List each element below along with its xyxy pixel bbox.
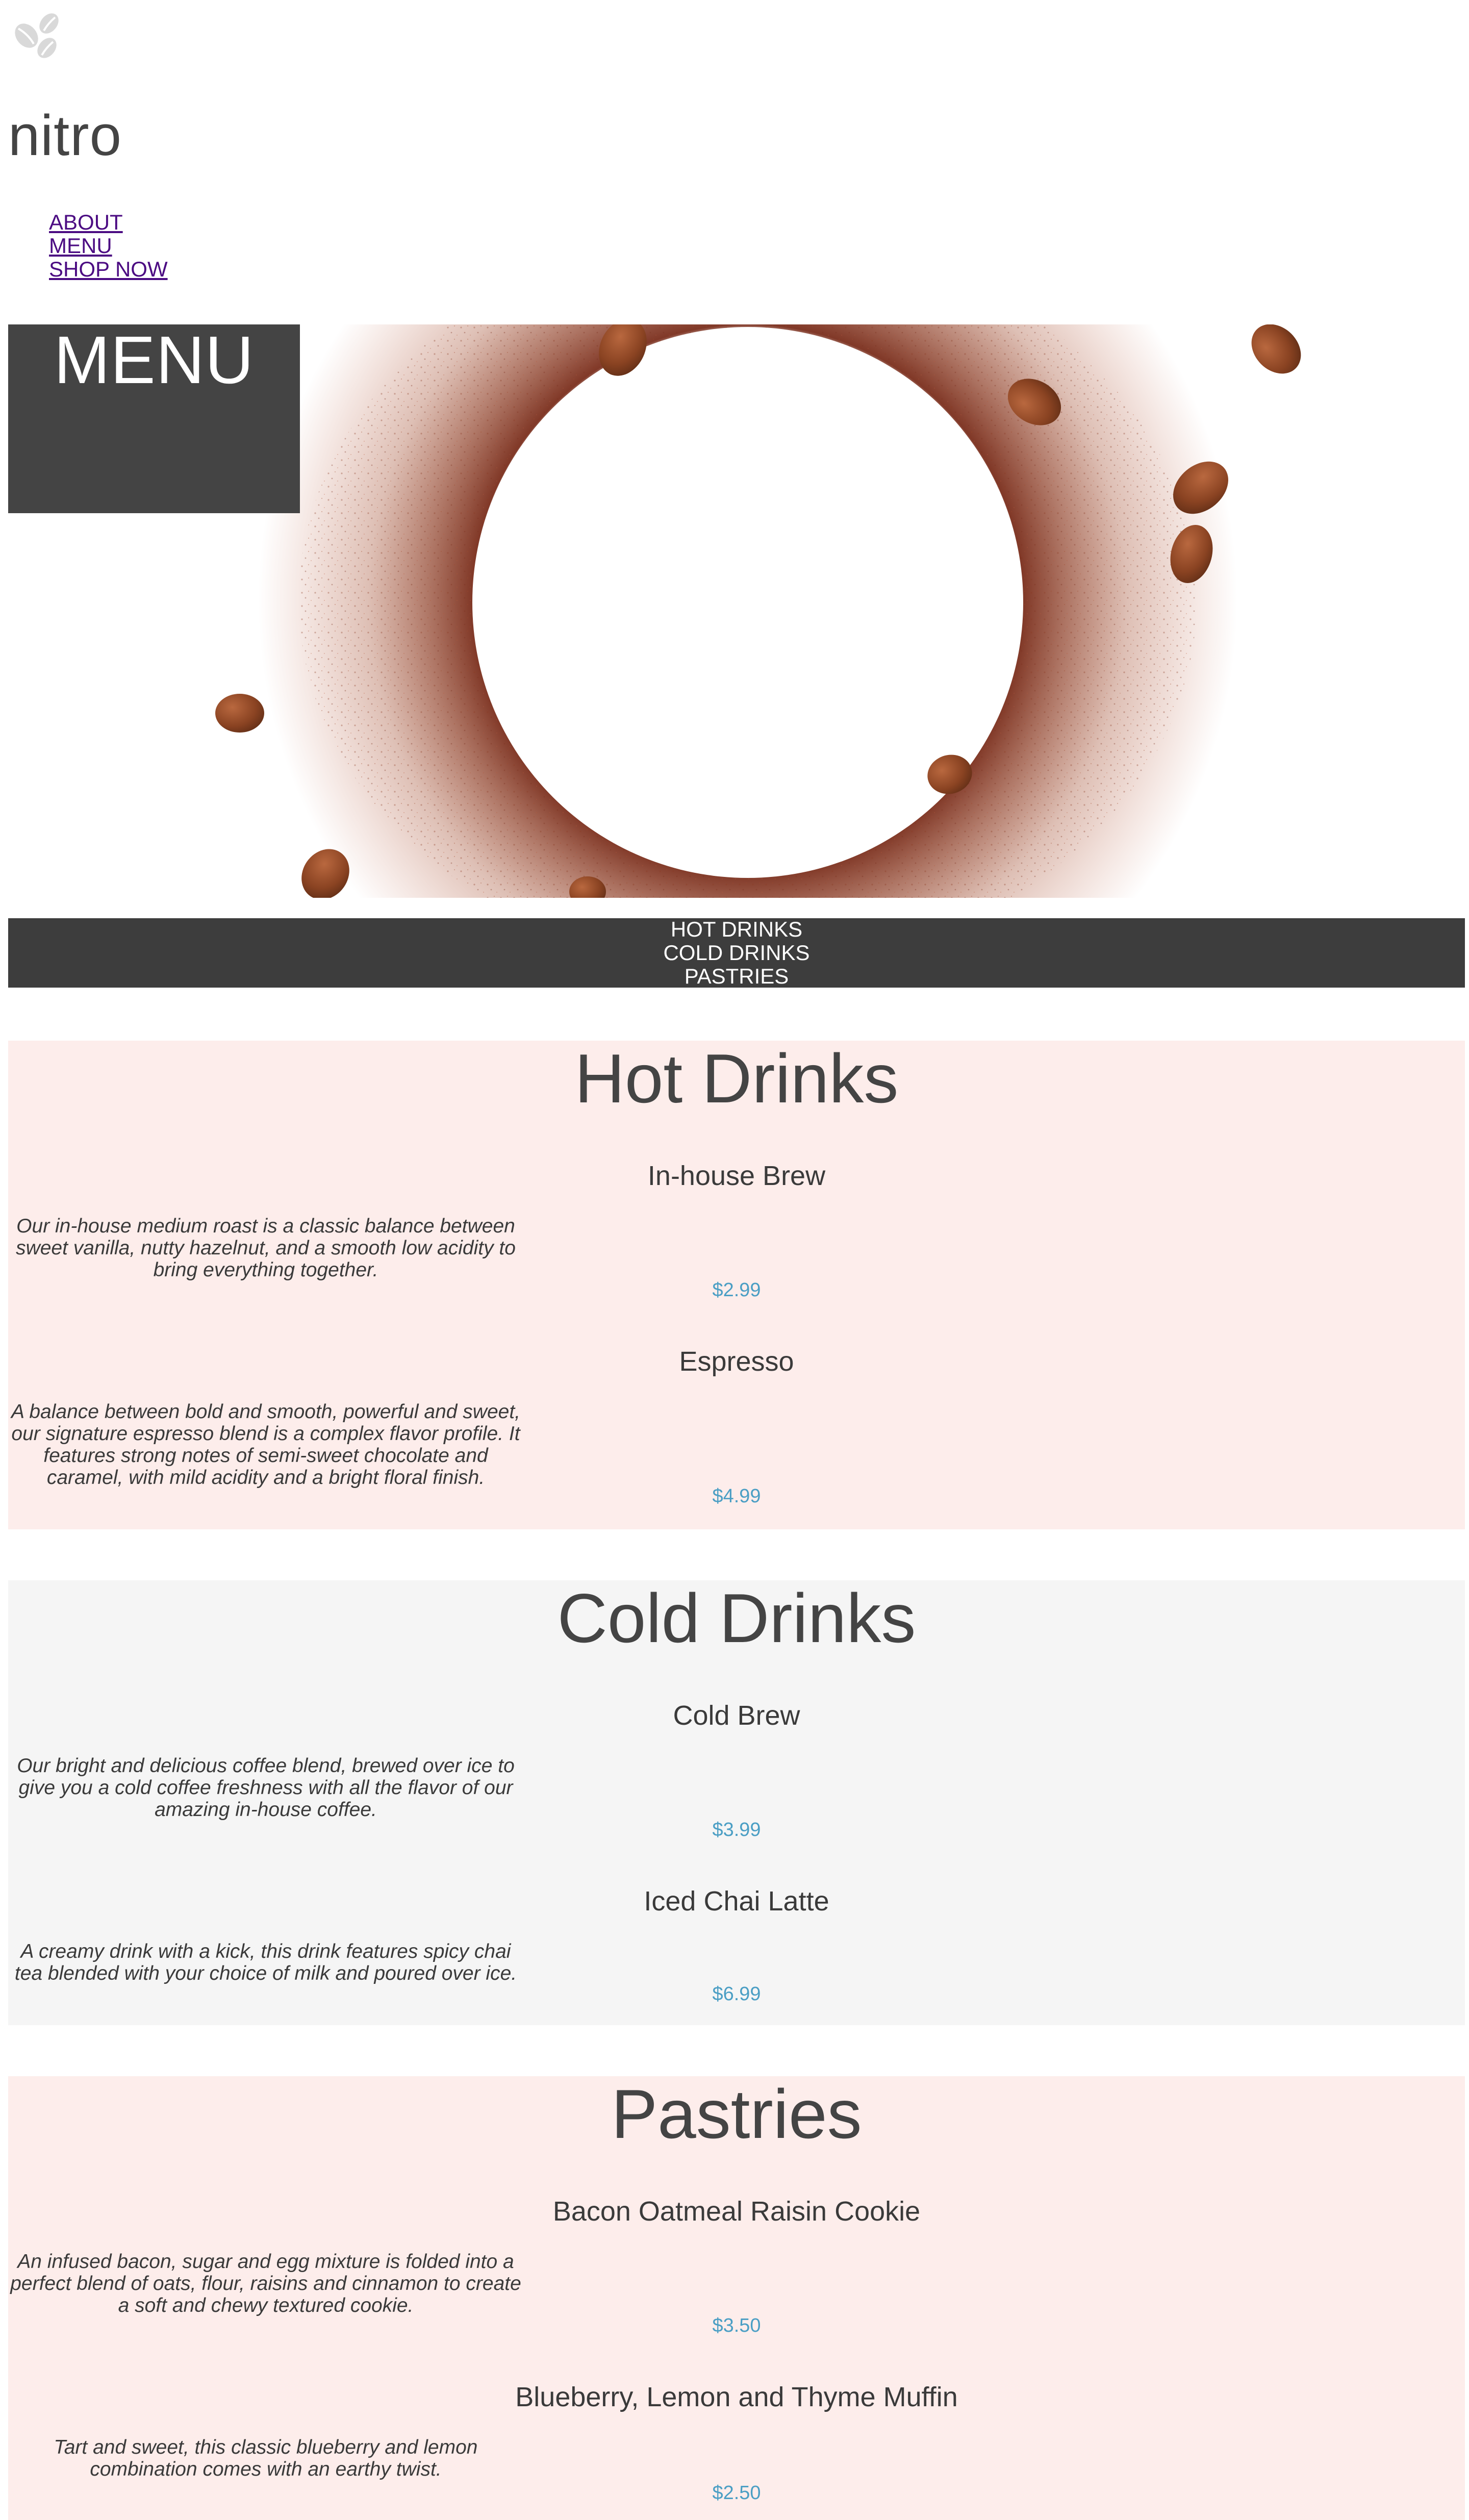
- section-title: Hot Drinks: [574, 1040, 899, 1117]
- brand-name: nitro: [8, 104, 122, 167]
- menu-item: Bacon Oatmeal Raisin Cookie An infused b…: [8, 2196, 1465, 2335]
- menu-item: Cold Brew Our bright and delicious coffe…: [8, 1700, 1465, 1839]
- nav-item-about: ABOUT: [49, 211, 168, 234]
- nav-item-shop-now: SHOP NOW: [49, 258, 168, 281]
- menu-item-price: $3.99: [712, 1819, 761, 1841]
- section-pastries: Pastries Bacon Oatmeal Raisin Cookie An …: [8, 2076, 1465, 2520]
- menu-item-description: Tart and sweet, this classic blueberry a…: [54, 2436, 478, 2480]
- nav-item-menu: MENU: [49, 234, 168, 258]
- category-link-cold-drinks[interactable]: COLD DRINKS: [663, 941, 809, 965]
- menu-item-description: Our in-house medium roast is a classic b…: [16, 1215, 516, 1281]
- menu-item-description: Our bright and delicious coffee blend, b…: [17, 1755, 515, 1821]
- menu-item-price: $2.50: [712, 2482, 761, 2504]
- menu-item: In-house Brew Our in-house medium roast …: [8, 1161, 1465, 1300]
- nav-link-menu[interactable]: MENU: [49, 234, 112, 258]
- menu-item-name: Espresso: [679, 1346, 794, 1377]
- menu-item-description: An infused bacon, sugar and egg mixture …: [10, 2251, 521, 2316]
- menu-item: Blueberry, Lemon and Thyme Muffin Tart a…: [8, 2382, 1465, 2503]
- category-link-pastries[interactable]: PASTRIES: [685, 965, 789, 988]
- nav-link-shop-now[interactable]: SHOP NOW: [49, 257, 168, 281]
- menu-item-name: In-house Brew: [647, 1161, 826, 1191]
- hero-label-box: MENU: [8, 324, 300, 513]
- section-hot-drinks: Hot Drinks In-house Brew Our in-house me…: [8, 1041, 1465, 1529]
- menu-item-description: A creamy drink with a kick, this drink f…: [14, 1941, 517, 1984]
- main-nav: ABOUT MENU SHOP NOW: [49, 211, 168, 281]
- section-cold-drinks: Cold Drinks Cold Brew Our bright and del…: [8, 1580, 1465, 2025]
- coffee-beans-icon: [11, 10, 62, 61]
- menu-item-name: Bacon Oatmeal Raisin Cookie: [552, 2196, 921, 2227]
- menu-item-name: Blueberry, Lemon and Thyme Muffin: [515, 2382, 958, 2412]
- section-title: Pastries: [611, 2075, 862, 2153]
- nav-link-about[interactable]: ABOUT: [49, 210, 123, 234]
- hero-label: MENU: [54, 322, 255, 397]
- menu-item-price: $6.99: [712, 1983, 761, 2005]
- menu-item-price: $3.50: [712, 2315, 761, 2336]
- menu-item-name: Cold Brew: [673, 1700, 800, 1731]
- category-link-hot-drinks[interactable]: HOT DRINKS: [671, 918, 802, 941]
- section-title: Cold Drinks: [557, 1579, 916, 1657]
- menu-item-name: Iced Chai Latte: [644, 1886, 829, 1917]
- menu-item: Espresso A balance between bold and smoo…: [8, 1346, 1465, 1506]
- menu-item-description: A balance between bold and smooth, power…: [11, 1401, 521, 1489]
- menu-item: Iced Chai Latte A creamy drink with a ki…: [8, 1886, 1465, 2004]
- menu-item-price: $4.99: [712, 1485, 761, 1507]
- menu-item-price: $2.99: [712, 1279, 761, 1301]
- category-nav: HOT DRINKS COLD DRINKS PASTRIES: [8, 918, 1465, 988]
